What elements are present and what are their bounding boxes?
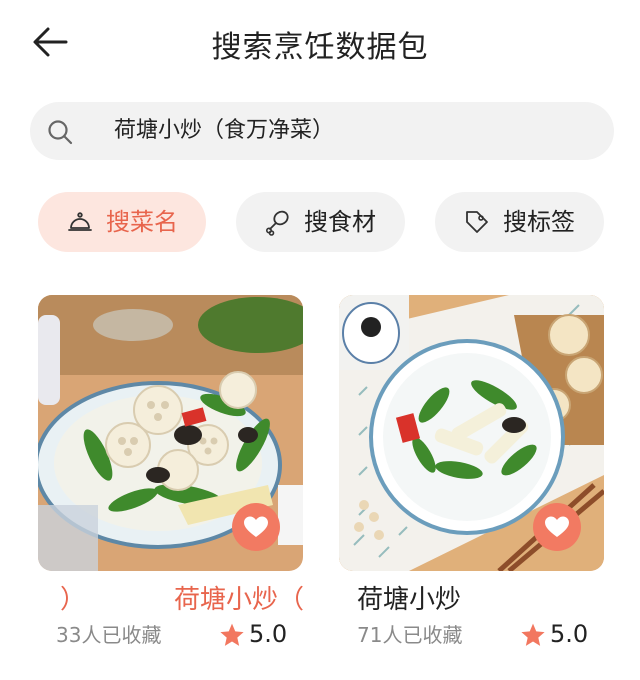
tab-search-ingredient[interactable]: 搜食材 — [236, 192, 405, 252]
dish-name-tail: ） — [60, 585, 87, 615]
tab-search-dish-name[interactable]: 搜菜名 — [38, 192, 206, 252]
page-title: 搜索烹饪数据包 — [211, 30, 429, 65]
search-bar[interactable]: 荷塘小炒（食万净菜） — [30, 102, 614, 160]
drumstick-icon — [265, 210, 289, 236]
cloche-icon — [68, 212, 92, 231]
dish-photo-lotus-stir-fry-2[interactable] — [339, 295, 604, 571]
search-icon — [48, 120, 73, 145]
dish-photo-lotus-stir-fry[interactable] — [38, 295, 303, 571]
rating: 5.0 — [219, 617, 287, 651]
tab-search-tag[interactable]: 搜标签 — [435, 192, 604, 252]
chip-label: 搜食材 — [304, 208, 376, 236]
dish-name-scrolling: 荷塘小炒（ — [174, 585, 305, 615]
rating-value: 5.0 — [550, 620, 589, 648]
star-icon — [220, 623, 244, 646]
heart-icon — [244, 516, 268, 537]
rating-value: 5.0 — [249, 620, 288, 648]
chip-label: 搜标签 — [503, 208, 575, 236]
heart-icon — [545, 516, 569, 537]
favorites-count: 33人已收藏 — [56, 623, 162, 647]
chip-label: 搜菜名 — [106, 208, 178, 236]
star-icon — [521, 623, 545, 646]
tag-icon — [466, 211, 488, 233]
header: 搜索烹饪数据包 — [0, 0, 640, 88]
favorites-count: 71人已收藏 — [357, 623, 463, 647]
dish-name: 荷塘小炒 — [357, 585, 462, 615]
search-input[interactable]: 荷塘小炒（食万净菜） — [114, 116, 334, 146]
rating: 5.0 — [520, 617, 588, 651]
favorite-button[interactable] — [232, 503, 280, 551]
favorite-button[interactable] — [533, 503, 581, 551]
